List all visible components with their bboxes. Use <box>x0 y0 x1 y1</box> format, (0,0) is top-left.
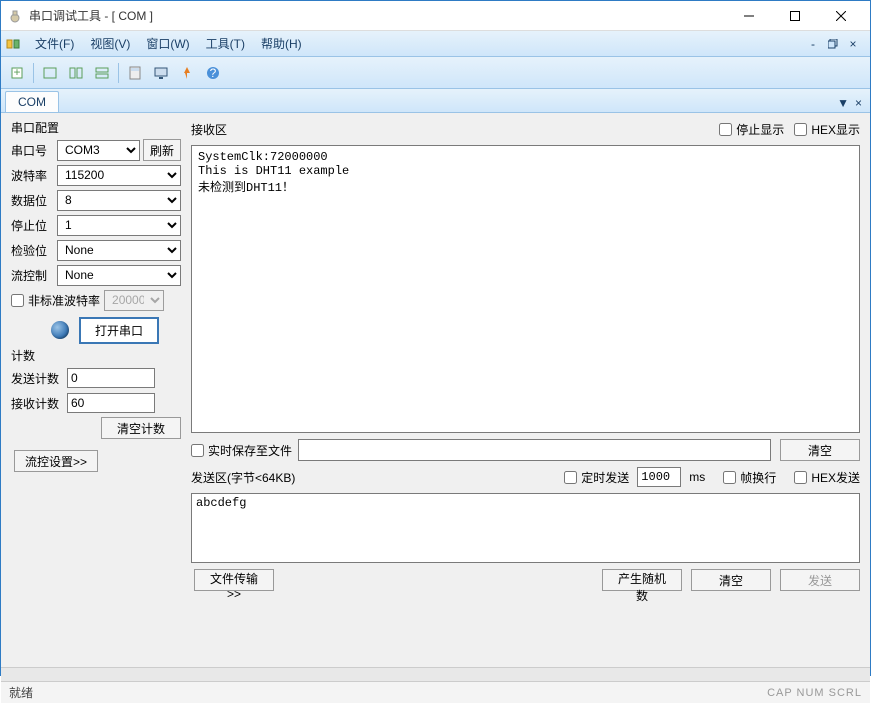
frame-wrap-label[interactable]: 帧换行 <box>723 469 776 486</box>
mdi-minimize-button[interactable]: - <box>806 37 820 51</box>
mdi-icon <box>5 36 21 52</box>
tab-dropdown-icon[interactable]: ▼ <box>837 96 849 110</box>
pause-display-label[interactable]: 停止显示 <box>719 121 784 138</box>
hex-display-label[interactable]: HEX显示 <box>794 121 860 138</box>
monitor-icon[interactable] <box>149 61 173 85</box>
clear-count-button[interactable]: 清空计数 <box>101 417 181 439</box>
send-textarea[interactable]: abcdefg <box>191 493 860 563</box>
flow-label: 流控制 <box>11 267 57 284</box>
calculator-icon[interactable] <box>123 61 147 85</box>
menu-window[interactable]: 窗口(W) <box>138 32 197 55</box>
baud-select[interactable]: 115200 <box>57 165 181 186</box>
send-button[interactable]: 发送 <box>780 569 860 591</box>
mdi-close-button[interactable]: × <box>846 37 860 51</box>
receive-textarea[interactable]: SystemClk:72000000 This is DHT11 example… <box>191 145 860 433</box>
send-clear-button[interactable]: 清空 <box>691 569 771 591</box>
refresh-button[interactable]: 刷新 <box>143 139 181 161</box>
open-port-button[interactable]: 打开串口 <box>79 317 159 344</box>
hex-send-checkbox[interactable] <box>794 471 807 484</box>
svg-text:+: + <box>13 65 20 79</box>
status-indicators: CAP NUM SCRL <box>767 687 862 699</box>
timed-interval-input[interactable] <box>637 467 681 487</box>
recv-header: 接收区 停止显示 HEX显示 <box>191 119 860 139</box>
port-label: 串口号 <box>11 142 57 159</box>
status-bar: 就绪 CAP NUM SCRL <box>1 681 870 703</box>
flow-settings-button[interactable]: 流控设置>> <box>14 450 98 472</box>
recv-clear-button[interactable]: 清空 <box>780 439 860 461</box>
hex-display-checkbox[interactable] <box>794 123 807 136</box>
port-select[interactable]: COM3 <box>57 140 140 161</box>
timed-send-label[interactable]: 定时发送 <box>564 469 629 486</box>
layout-1-icon[interactable] <box>38 61 62 85</box>
maximize-button[interactable] <box>772 1 818 31</box>
menu-file[interactable]: 文件(F) <box>27 32 82 55</box>
tab-strip: COM ▼ × <box>1 89 870 113</box>
save-path-input[interactable] <box>298 439 771 461</box>
send-title: 发送区(字节<64KB) <box>191 469 295 486</box>
hex-send-label[interactable]: HEX发送 <box>794 469 860 486</box>
mdi-restore-button[interactable] <box>826 37 840 51</box>
menu-bar: 文件(F) 视图(V) 窗口(W) 工具(T) 帮助(H) - × <box>1 31 870 57</box>
horizontal-scrollbar[interactable] <box>1 667 870 681</box>
parity-label: 检验位 <box>11 242 57 259</box>
file-transfer-button[interactable]: 文件传输>> <box>194 569 274 591</box>
app-icon <box>7 8 23 24</box>
tab-close-icon[interactable]: × <box>855 96 862 110</box>
databits-label: 数据位 <box>11 192 57 209</box>
menu-help[interactable]: 帮助(H) <box>253 32 310 55</box>
nonstd-baud-select: 200000 <box>104 290 164 311</box>
parity-select[interactable]: None <box>57 240 181 261</box>
flow-select[interactable]: None <box>57 265 181 286</box>
recv-count-input[interactable] <box>67 393 155 413</box>
timed-unit-label: ms <box>689 470 705 484</box>
svg-text:?: ? <box>210 66 217 80</box>
timed-send-checkbox[interactable] <box>564 471 577 484</box>
save-file-label[interactable]: 实时保存至文件 <box>191 442 292 459</box>
send-count-label: 发送计数 <box>11 370 67 387</box>
layout-2-icon[interactable] <box>64 61 88 85</box>
stopbits-select[interactable]: 1 <box>57 215 181 236</box>
pause-display-checkbox[interactable] <box>719 123 732 136</box>
close-button[interactable] <box>818 1 864 31</box>
window-controls <box>726 1 864 31</box>
new-window-icon[interactable]: + <box>5 61 29 85</box>
layout-3-icon[interactable] <box>90 61 114 85</box>
save-file-checkbox[interactable] <box>191 444 204 457</box>
menu-tools[interactable]: 工具(T) <box>198 32 253 55</box>
status-text: 就绪 <box>9 684 33 701</box>
mdi-controls: - × <box>806 37 866 51</box>
help-icon[interactable]: ? <box>201 61 225 85</box>
window-title: 串口调试工具 - [ COM ] <box>29 7 726 24</box>
pin-icon[interactable] <box>175 61 199 85</box>
frame-wrap-checkbox[interactable] <box>723 471 736 484</box>
config-panel: 串口配置 串口号 COM3 刷新 波特率 115200 数据位 8 停止位 1 … <box>1 113 187 667</box>
minimize-button[interactable] <box>726 1 772 31</box>
stopbits-label: 停止位 <box>11 217 57 234</box>
menu-view[interactable]: 视图(V) <box>82 32 138 55</box>
baud-label: 波特率 <box>11 167 57 184</box>
config-title: 串口配置 <box>11 119 181 136</box>
send-count-input[interactable] <box>67 368 155 388</box>
title-bar: 串口调试工具 - [ COM ] <box>1 1 870 31</box>
recv-count-label: 接收计数 <box>11 395 67 412</box>
recv-title: 接收区 <box>191 121 709 138</box>
tab-com[interactable]: COM <box>5 91 59 112</box>
counters-title: 计数 <box>11 347 181 364</box>
port-status-indicator <box>51 321 69 339</box>
nonstd-baud-label: 非标准波特率 <box>28 292 100 309</box>
nonstd-baud-checkbox[interactable] <box>11 294 24 307</box>
main-area: 串口配置 串口号 COM3 刷新 波特率 115200 数据位 8 停止位 1 … <box>1 113 870 667</box>
right-panel: 接收区 停止显示 HEX显示 SystemClk:72000000 This i… <box>187 113 870 667</box>
databits-select[interactable]: 8 <box>57 190 181 211</box>
toolbar: + ? <box>1 57 870 89</box>
send-header: 发送区(字节<64KB) 定时发送 ms 帧换行 HEX发送 <box>191 467 860 487</box>
random-button[interactable]: 产生随机数 <box>602 569 682 591</box>
